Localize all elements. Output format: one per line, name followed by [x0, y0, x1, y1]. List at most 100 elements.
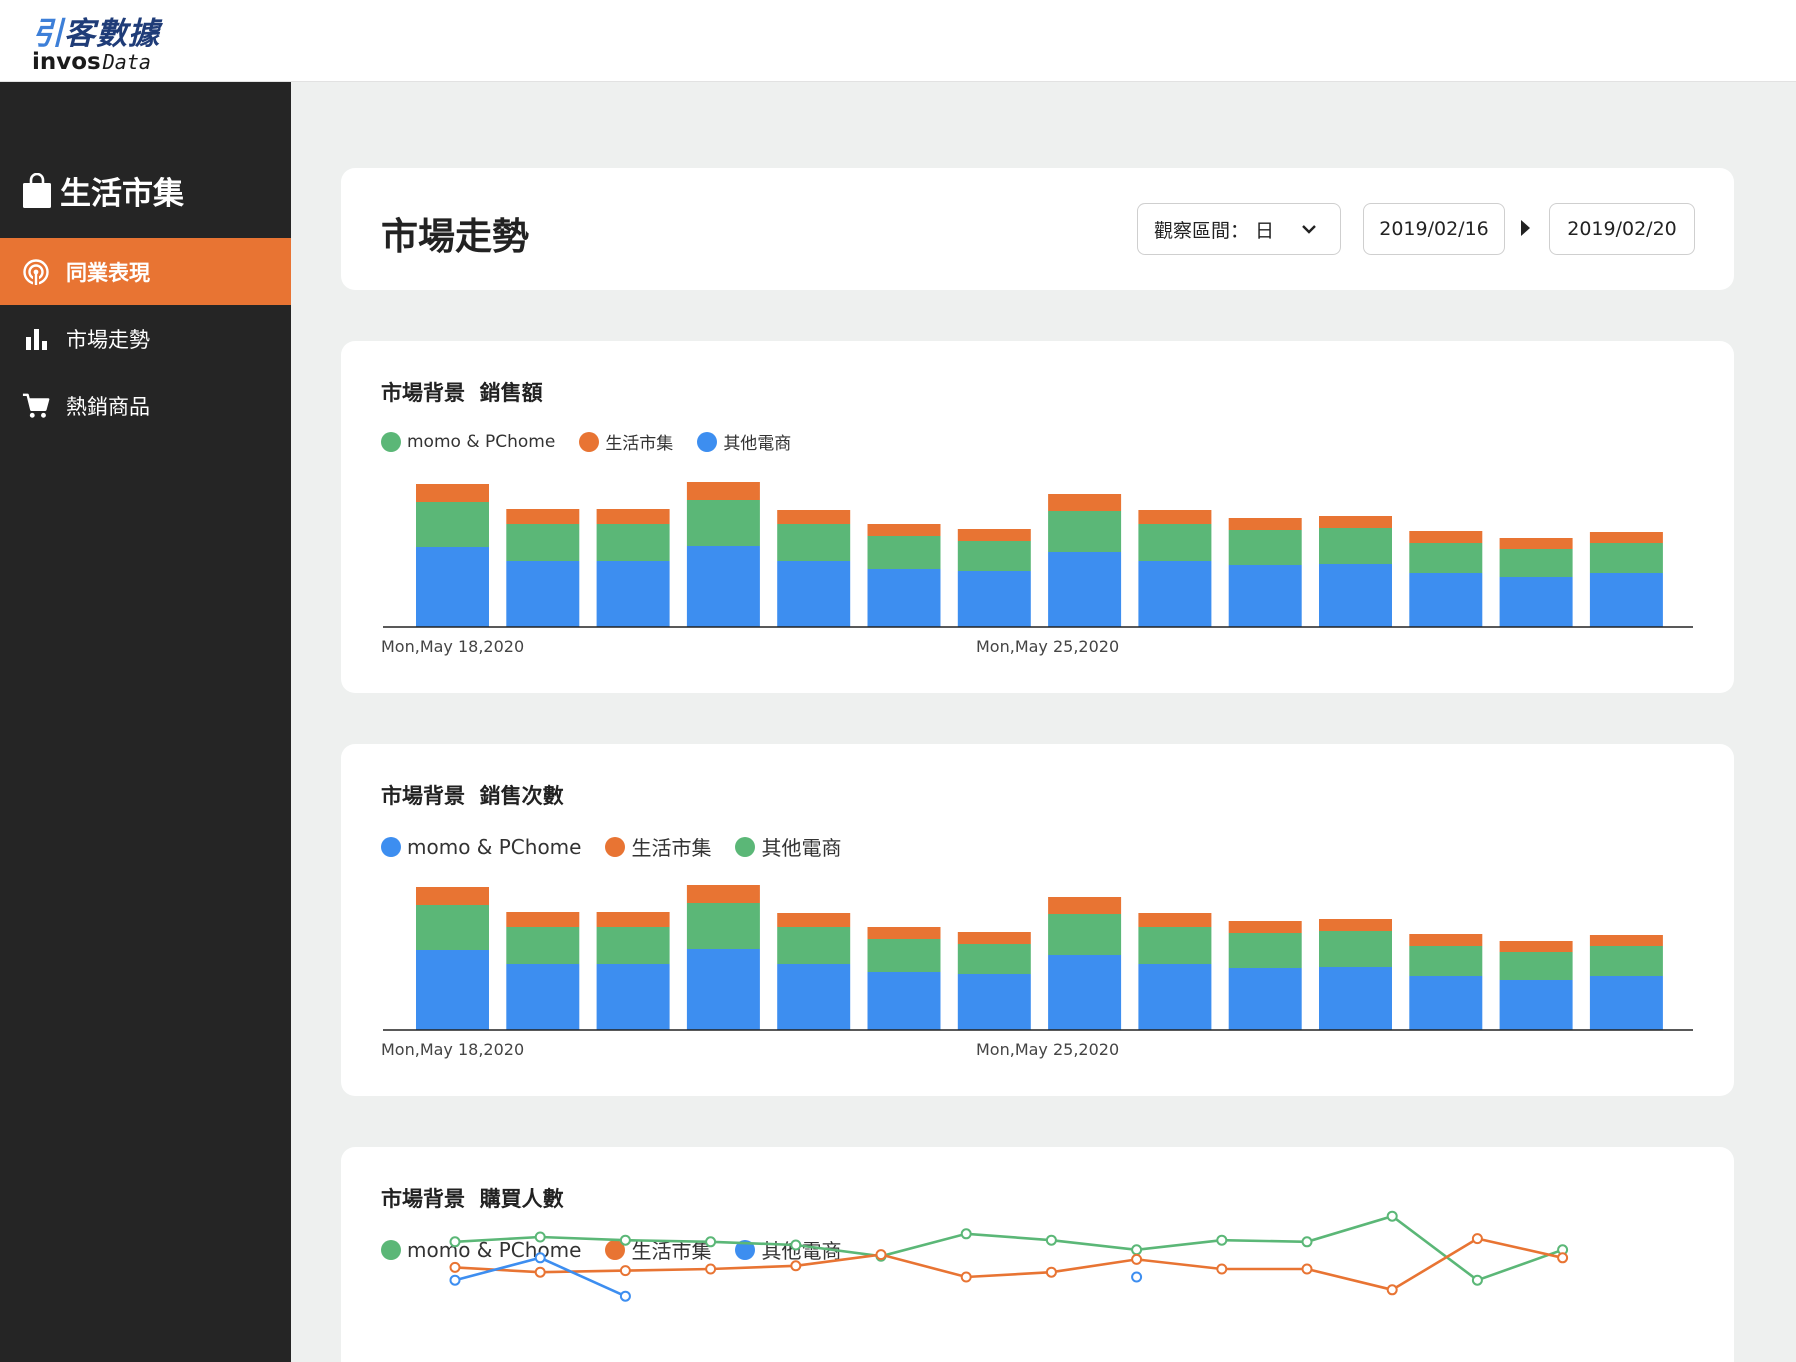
- bar-segment: [1048, 494, 1122, 511]
- bar-segment: [506, 964, 580, 1030]
- period-select[interactable]: 觀察區間： 日: [1137, 203, 1341, 255]
- page-header-card: 市場走勢 觀察區間： 日 2019/02/16 2019/02/20: [341, 168, 1734, 290]
- bar-segment: [1589, 935, 1663, 946]
- bar-segment: [686, 500, 760, 546]
- logo-english-text: invos Data: [32, 48, 151, 75]
- radar-icon: [22, 258, 50, 286]
- bar-segment: [686, 885, 760, 903]
- bar-segment: [777, 561, 851, 627]
- chevron-down-icon: [1302, 225, 1316, 234]
- bar-segment: [1228, 565, 1302, 627]
- data-point: [1301, 1236, 1313, 1248]
- logo-en-mono: Data: [102, 50, 151, 74]
- bar-segment: [686, 546, 760, 627]
- bar-segment: [416, 887, 489, 905]
- bar-chart-icon: [22, 325, 50, 353]
- data-point: [1131, 1253, 1143, 1265]
- period-label: 觀察區間：: [1154, 219, 1250, 242]
- bar-segment: [1048, 897, 1122, 914]
- period-value: 日: [1255, 219, 1275, 242]
- data-point: [875, 1249, 887, 1261]
- data-point: [960, 1228, 972, 1240]
- sales-count-chart-card: 市場背景 銷售次數 momo & PChome 生活市集 其他電商 Mon,Ma…: [341, 744, 1734, 1096]
- bar-segment: [1319, 516, 1392, 528]
- bar-segment: [1138, 964, 1212, 1030]
- start-date-input[interactable]: 2019/02/16: [1363, 203, 1505, 255]
- store-name: 生活市集: [60, 176, 184, 212]
- bar-segment: [1048, 552, 1122, 627]
- sidebar-item-market-trend[interactable]: 市場走勢: [0, 305, 291, 372]
- top-header: 引客數據 invos Data: [0, 0, 1796, 82]
- bar-segment: [957, 571, 1031, 627]
- data-point: [1557, 1252, 1569, 1264]
- x-tick-label: Mon,May 25,2020: [976, 1040, 1119, 1059]
- bar-segment: [957, 529, 1031, 541]
- cart-icon: [22, 392, 50, 420]
- data-point: [619, 1234, 631, 1246]
- bar-segment: [1138, 561, 1212, 627]
- sales-count-bar-chart: Mon,May 18,2020 Mon,May 25,2020: [381, 885, 1693, 1059]
- data-point: [1131, 1271, 1143, 1283]
- bar-segment: [1048, 955, 1122, 1030]
- logo-cn-part2: 客數據: [64, 16, 160, 52]
- bar-segment: [506, 524, 580, 561]
- sales-amount-chart-card: 市場背景 銷售額 momo & PChome 生活市集 其他電商 Mon,May…: [341, 341, 1734, 693]
- bar-segment: [867, 927, 941, 939]
- sales-amount-bar-chart: Mon,May 18,2020 Mon,May 25,2020: [381, 482, 1693, 656]
- date-range-arrow-icon: [1521, 220, 1530, 236]
- bar-segment: [686, 482, 760, 500]
- bar-segment: [416, 484, 489, 502]
- invos-data-logo[interactable]: 引客數據 invos Data: [32, 8, 172, 76]
- bar-segment: [957, 932, 1031, 944]
- data-point: [1386, 1210, 1398, 1222]
- data-point: [619, 1290, 631, 1302]
- bar-segment: [1228, 518, 1302, 530]
- bar-segment: [1589, 946, 1663, 976]
- bar-segment: [1048, 511, 1122, 552]
- bar-segment: [596, 964, 670, 1030]
- x-tick-label: Mon,May 18,2020: [381, 637, 524, 656]
- bar-segment: [867, 972, 941, 1030]
- bar-segment: [1409, 946, 1483, 976]
- bar-segment: [1319, 528, 1392, 564]
- bar-segment: [1499, 549, 1573, 577]
- bar-segment: [1499, 538, 1573, 549]
- bar-segment: [1138, 913, 1212, 927]
- bar-segment: [596, 524, 670, 561]
- data-point: [1045, 1266, 1057, 1278]
- sidebar-item-label: 市場走勢: [66, 327, 150, 352]
- bar-segment: [416, 950, 489, 1030]
- data-point: [449, 1236, 461, 1248]
- sidebar-item-hot-products[interactable]: 熱銷商品: [0, 372, 291, 439]
- sidebar-item-peer-performance[interactable]: 同業表現: [0, 238, 291, 305]
- data-point: [534, 1266, 546, 1278]
- bar-segment: [1048, 914, 1122, 955]
- bar-segment: [1499, 941, 1573, 952]
- data-point: [1216, 1263, 1228, 1275]
- bar-segment: [1499, 980, 1573, 1030]
- end-date-input[interactable]: 2019/02/20: [1549, 203, 1695, 255]
- bar-segment: [1589, 976, 1663, 1030]
- bar-segment: [1499, 952, 1573, 980]
- bar-segment: [957, 974, 1031, 1030]
- data-point: [960, 1271, 972, 1283]
- data-point: [534, 1231, 546, 1243]
- data-point: [1301, 1263, 1313, 1275]
- bar-segment: [596, 561, 670, 627]
- bar-segment: [596, 912, 670, 927]
- bar-segment: [777, 964, 851, 1030]
- bar-segment: [1138, 927, 1212, 964]
- logo-chinese-text: 引客數據: [32, 8, 160, 53]
- sidebar-item-label: 同業表現: [66, 260, 150, 285]
- bar-segment: [1138, 510, 1212, 524]
- bar-segment: [867, 569, 941, 627]
- data-point: [1471, 1233, 1483, 1245]
- bar-segment: [1319, 919, 1392, 931]
- bar-segment: [957, 944, 1031, 974]
- bar-segment: [1409, 543, 1483, 573]
- shopping-bag-icon: [23, 172, 51, 208]
- bar-segment: [867, 524, 941, 536]
- bar-segment: [777, 510, 851, 524]
- bar-segment: [1499, 577, 1573, 627]
- bar-segment: [416, 905, 489, 950]
